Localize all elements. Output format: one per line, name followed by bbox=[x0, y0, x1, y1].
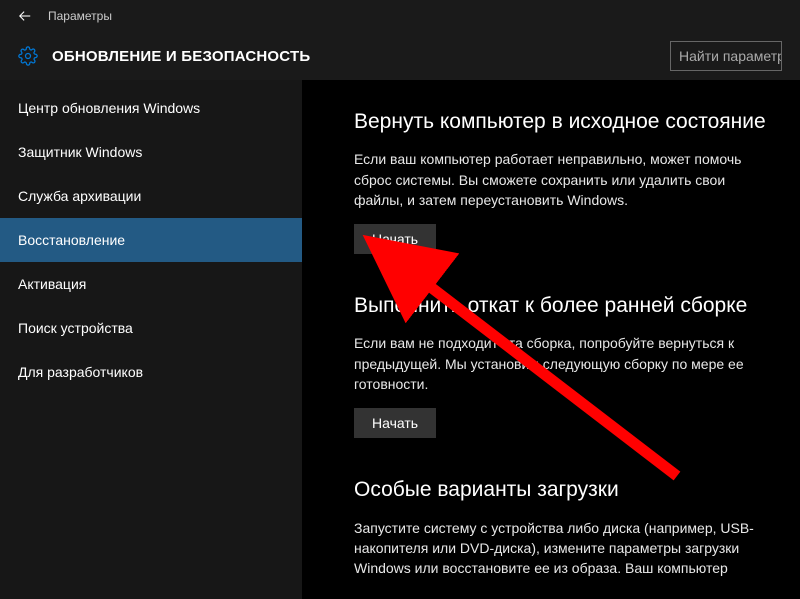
sidebar-item-developers[interactable]: Для разработчиков bbox=[0, 350, 302, 394]
section-title: Особые варианты загрузки bbox=[354, 476, 772, 503]
header: ОБНОВЛЕНИЕ И БЕЗОПАСНОСТЬ Найти параметр bbox=[0, 32, 800, 80]
back-arrow-icon bbox=[18, 9, 32, 23]
sidebar-item-find-device[interactable]: Поиск устройства bbox=[0, 306, 302, 350]
window-titlebar: Параметры bbox=[0, 0, 800, 32]
reset-start-button[interactable]: Начать bbox=[354, 224, 436, 254]
sidebar-item-label: Для разработчиков bbox=[18, 364, 143, 380]
section-title: Выполнить откат к более ранней сборке bbox=[354, 292, 772, 319]
sidebar-item-label: Поиск устройства bbox=[18, 320, 133, 336]
page-heading: ОБНОВЛЕНИЕ И БЕЗОПАСНОСТЬ bbox=[52, 48, 310, 65]
sidebar-item-label: Восстановление bbox=[18, 232, 125, 248]
rollback-start-button[interactable]: Начать bbox=[354, 408, 436, 438]
section-reset-pc: Вернуть компьютер в исходное состояние Е… bbox=[354, 108, 772, 254]
gear-icon bbox=[18, 46, 38, 66]
sidebar-item-label: Служба архивации bbox=[18, 188, 141, 204]
sidebar-item-label: Активация bbox=[18, 276, 86, 292]
sidebar: Центр обновления Windows Защитник Window… bbox=[0, 80, 302, 599]
sidebar-item-label: Центр обновления Windows bbox=[18, 100, 200, 116]
sidebar-item-activation[interactable]: Активация bbox=[0, 262, 302, 306]
search-placeholder: Найти параметр bbox=[679, 48, 782, 64]
sidebar-item-recovery[interactable]: Восстановление bbox=[0, 218, 302, 262]
sidebar-item-defender[interactable]: Защитник Windows bbox=[0, 130, 302, 174]
sidebar-item-label: Защитник Windows bbox=[18, 144, 142, 160]
sidebar-item-backup[interactable]: Служба архивации bbox=[0, 174, 302, 218]
section-description: Запустите систему с устройства либо диск… bbox=[354, 518, 772, 579]
section-description: Если ваш компьютер работает неправильно,… bbox=[354, 149, 772, 210]
content-area: Вернуть компьютер в исходное состояние Е… bbox=[302, 80, 800, 599]
back-button[interactable] bbox=[10, 9, 40, 23]
header-left: ОБНОВЛЕНИЕ И БЕЗОПАСНОСТЬ bbox=[18, 46, 310, 66]
section-title: Вернуть компьютер в исходное состояние bbox=[354, 108, 772, 135]
section-advanced-startup: Особые варианты загрузки Запустите систе… bbox=[354, 476, 772, 578]
section-description: Если вам не подходит эта сборка, попробу… bbox=[354, 333, 772, 394]
sidebar-item-windows-update[interactable]: Центр обновления Windows bbox=[0, 86, 302, 130]
section-rollback: Выполнить откат к более ранней сборке Ес… bbox=[354, 292, 772, 438]
body: Центр обновления Windows Защитник Window… bbox=[0, 80, 800, 599]
window-title: Параметры bbox=[48, 9, 112, 23]
search-input[interactable]: Найти параметр bbox=[670, 41, 782, 71]
